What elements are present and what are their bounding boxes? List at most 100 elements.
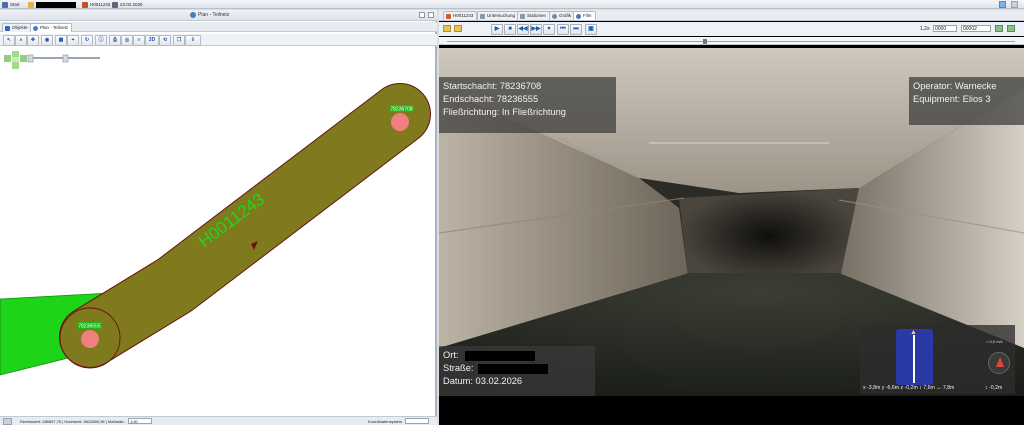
bottom-node[interactable] (81, 330, 99, 348)
speed-text: ⌂ 0,0 m/s (986, 339, 1003, 344)
tab-plan-teilnetz[interactable]: Plan - Teilnetz (30, 23, 73, 32)
tab-stationen[interactable]: Stationen (517, 11, 551, 20)
step-dropdown-button[interactable]: ▾ (543, 24, 555, 35)
seek-bar[interactable] (439, 37, 1024, 45)
map-settings-icon[interactable] (3, 418, 12, 425)
stack-tool-icon[interactable]: ≡ (133, 35, 145, 46)
plan-status-bar: Rechtswert: 286897,75 | Hochwert: 562289… (0, 416, 437, 425)
info-tool-icon[interactable]: ⓘ (95, 35, 107, 46)
flow-direction-text: Fließrichtung: In Fließrichtung (443, 107, 566, 117)
export-icon[interactable] (995, 25, 1003, 32)
inspection-tabs: H0011243 Untersuchung Stationen Grafik F… (439, 10, 1024, 21)
plan-pane: Plan - Teilnetz Objekte Plan - Teilnetz … (0, 10, 437, 425)
folder-icon (28, 1, 34, 8)
film-icon (576, 13, 581, 19)
date-text: Datum: 03.02.2026 (443, 376, 523, 386)
tab-untersuchung[interactable]: Untersuchung (477, 11, 520, 20)
drone-position-icon: ▲ (910, 329, 917, 336)
start-manhole-text: Startschacht: 78236708 (443, 81, 542, 91)
tab-untersuchung-label: Untersuchung (487, 13, 516, 18)
date-item[interactable]: 23.02.2026 (112, 1, 143, 8)
time-input-b[interactable]: 00002 (961, 25, 991, 32)
calendar-icon (112, 1, 118, 8)
rewind-button[interactable]: ◀◀ (517, 24, 529, 35)
play-button[interactable]: ▶ (491, 24, 503, 35)
top-node[interactable] (391, 113, 409, 131)
location-row: Ort: (443, 349, 591, 362)
playback-toolbar: ▶ ■ ◀◀ ▶▶ ▾ ⏮ ⏭ ▣ 1,2s 0000 00002 (439, 22, 1024, 36)
refresh-tool-icon[interactable]: ↻ (81, 35, 93, 46)
plan-title-bar: Plan - Teilnetz (0, 10, 437, 21)
video-letterbox (439, 402, 1024, 425)
ort-label: Ort: (443, 350, 459, 360)
settings-icon[interactable] (1007, 25, 1015, 32)
top-bar: Start H0011243 23.02.2026 (0, 0, 1024, 9)
equipment-text: Equipment: Elios 3 (913, 94, 991, 104)
pan-tool-icon[interactable]: ✥ (27, 35, 39, 46)
operator-text: Operator: Warnecke (913, 81, 997, 91)
folder-icon[interactable] (443, 25, 451, 32)
copy-tool-icon[interactable]: ❐ (173, 35, 185, 46)
snapshot-button[interactable]: ▣ (585, 24, 597, 35)
video-frame[interactable]: Startschacht: 78236708 Endschacht: 78236… (439, 48, 1024, 396)
list-icon (520, 13, 525, 19)
tab-objekte-label: Objekte (12, 25, 28, 30)
scale-input[interactable]: 1:50 (128, 418, 152, 424)
start-item[interactable]: Start (2, 1, 20, 8)
rotate-tool-icon[interactable]: ⟲ (159, 35, 171, 46)
minimap-path (913, 335, 915, 383)
open-icon[interactable] (454, 25, 462, 32)
redacted-street (478, 363, 549, 374)
case-label: H0011243 (90, 2, 111, 7)
layers-tool-icon[interactable]: ▦ (55, 35, 67, 46)
select-tool-icon[interactable]: ↖ (3, 35, 15, 46)
start-label: Start (10, 2, 20, 7)
stop-button[interactable]: ■ (504, 24, 516, 35)
plan-map[interactable]: 78236708 78236555 H0011243 (0, 47, 435, 415)
tab-objekte[interactable]: Objekte (2, 23, 32, 32)
position-prefix: 1,2s (920, 26, 930, 32)
tab-film[interactable]: Film (573, 11, 596, 20)
top-node-label: 78236708 (390, 107, 412, 113)
zoom-tool-icon[interactable]: ⌕ (15, 35, 27, 46)
3d-button[interactable]: 3D (145, 35, 159, 46)
window-icon[interactable] (1011, 1, 1018, 8)
case-icon (446, 13, 451, 19)
seek-track (447, 41, 1015, 42)
document-icon (480, 13, 485, 19)
help-icon[interactable] (999, 1, 1006, 8)
crs-select[interactable] (405, 418, 429, 424)
minimap-height-text: ↕ -0,2m (985, 385, 1003, 391)
tab-grafik-label: Grafik (559, 13, 572, 18)
fast-forward-button[interactable]: ▶▶ (530, 24, 542, 35)
objects-icon (5, 25, 10, 31)
pan-control[interactable] (4, 51, 27, 69)
tab-grafik[interactable]: Grafik (549, 11, 576, 20)
globe-tool-icon[interactable]: ◉ (41, 35, 53, 46)
redacted-text (36, 1, 76, 8)
graphic-icon (552, 13, 557, 19)
pipe-segment[interactable] (60, 84, 430, 367)
bottom-node-label: 78236555 (78, 324, 100, 330)
date-label: 23.02.2026 (120, 2, 143, 7)
export-tool-icon[interactable]: ⇩ (185, 35, 201, 46)
measure-tool-icon[interactable]: ⌖ (67, 35, 79, 46)
skip-forward-button[interactable]: ⏭ (570, 24, 582, 35)
case-item[interactable]: H0011243 (82, 1, 110, 8)
tab-case-label: H0011243 (453, 13, 474, 18)
compass-icon (988, 352, 1010, 374)
skip-back-button[interactable]: ⏮ (557, 24, 569, 35)
compass-tool-icon[interactable]: ◎ (121, 35, 133, 46)
tab-case[interactable]: H0011243 (443, 11, 478, 20)
seek-thumb[interactable] (703, 39, 707, 44)
time-input-a[interactable]: 0000 (933, 25, 957, 32)
zoom-slider[interactable] (27, 54, 100, 63)
redacted-location (464, 350, 535, 361)
overlay-manholes: Startschacht: 78236708 Endschacht: 78236… (439, 77, 616, 133)
strasse-label: Straße: (443, 363, 474, 373)
tab-film-label: Film (583, 13, 592, 18)
pin-icon[interactable] (419, 12, 425, 18)
inspection-pane: H0011243 Untersuchung Stationen Grafik F… (439, 10, 1024, 425)
close-icon[interactable] (428, 12, 434, 18)
print-tool-icon[interactable]: ⎙ (109, 35, 121, 46)
